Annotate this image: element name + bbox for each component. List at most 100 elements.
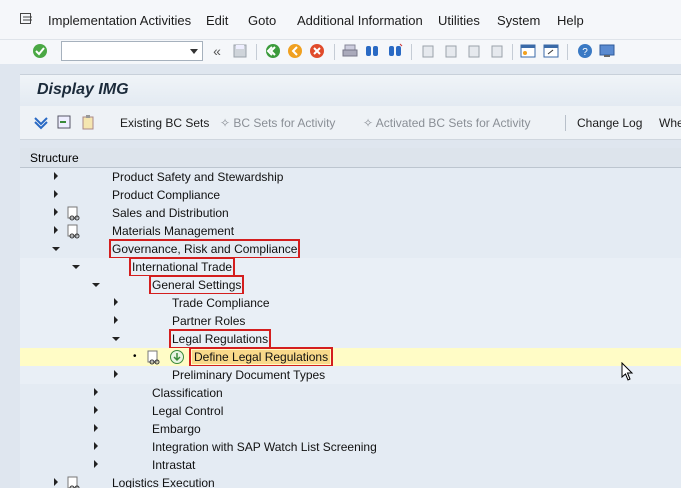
expand-icon[interactable]	[114, 316, 118, 324]
clipboard-icon[interactable]	[80, 114, 96, 130]
back-icon[interactable]	[265, 43, 281, 59]
save-icon[interactable]	[232, 43, 248, 59]
collapse-icon[interactable]: «	[209, 43, 225, 59]
create-session-icon[interactable]	[520, 43, 536, 59]
cancel-icon[interactable]	[309, 43, 325, 59]
collapse-icon[interactable]	[92, 283, 100, 287]
tree-node-label: Materials Management	[112, 224, 235, 238]
activated-bc-sets-label: Activated BC Sets for Activity	[375, 116, 531, 130]
menu-utilities[interactable]: Utilities	[438, 13, 480, 28]
expand-icon[interactable]	[54, 172, 58, 180]
expand-icon[interactable]	[54, 226, 58, 234]
command-field[interactable]	[61, 41, 203, 61]
tree-row[interactable]: Embargo	[20, 420, 681, 438]
exit-icon[interactable]	[287, 43, 303, 59]
separator	[334, 44, 335, 60]
prev-page-icon[interactable]	[443, 43, 459, 59]
tree-row[interactable]: Materials Management	[20, 222, 681, 240]
page-title: Display IMG	[37, 81, 129, 98]
tree-row-selected[interactable]: • Define Legal Regulations	[20, 347, 681, 367]
tree-node-label: Preliminary Document Types	[172, 368, 326, 382]
tree-row[interactable]: Sales and Distribution	[20, 204, 681, 222]
tree-row[interactable]: Legal Regulations	[20, 329, 681, 349]
tree-node-label: Classification	[152, 386, 223, 400]
execute-activity-icon[interactable]	[169, 349, 185, 365]
menu-edit[interactable]: Edit	[206, 13, 228, 28]
separator	[567, 44, 568, 60]
bc-sets-for-activity-button[interactable]: ✧ BC Sets for Activity	[220, 116, 335, 130]
documentation-icon[interactable]	[147, 350, 161, 365]
next-page-icon[interactable]	[466, 43, 482, 59]
where-used-button[interactable]: Whe	[659, 116, 681, 130]
expand-icon[interactable]	[114, 298, 118, 306]
tree-node-label: Governance, Risk and Compliance	[108, 239, 301, 259]
collapse-icon[interactable]	[112, 337, 120, 341]
first-page-icon[interactable]	[420, 43, 436, 59]
tree-row[interactable]: Governance, Risk and Compliance	[20, 239, 681, 259]
menu-implementation-activities[interactable]: Implementation Activities	[48, 13, 191, 28]
tree-row[interactable]: Intrastat	[20, 456, 681, 474]
tree-node-label: Legal Control	[152, 404, 224, 418]
tree-node-label: Partner Roles	[172, 314, 246, 328]
expand-icon[interactable]	[54, 208, 58, 216]
activated-bc-sets-icon: ✧	[363, 116, 374, 130]
tree-row[interactable]: Partner Roles	[20, 312, 681, 330]
menu-additional-information[interactable]: Additional Information	[297, 13, 423, 28]
expand-icon[interactable]	[94, 388, 98, 396]
tree-node-label: Sales and Distribution	[112, 206, 229, 220]
tree-row[interactable]: Integration with SAP Watch List Screenin…	[20, 438, 681, 456]
tree-row[interactable]: Trade Compliance	[20, 294, 681, 312]
print-icon[interactable]	[342, 43, 358, 59]
tree-header: Structure	[20, 148, 681, 168]
tree-row[interactable]: International Trade	[20, 257, 681, 277]
expand-all-icon[interactable]	[33, 114, 49, 130]
expand-icon[interactable]	[54, 478, 58, 486]
expand-icon[interactable]	[94, 406, 98, 414]
documentation-icon[interactable]	[67, 206, 81, 221]
change-log-button[interactable]: Change Log	[577, 116, 642, 130]
title-bar: Display IMG	[20, 74, 681, 106]
expand-icon[interactable]	[94, 460, 98, 468]
tree-node-label: Intrastat	[152, 458, 196, 472]
svg-text:?: ?	[582, 47, 588, 58]
tree-node-label: Legal Regulations	[168, 329, 272, 349]
expand-icon[interactable]	[54, 190, 58, 198]
menu-help[interactable]: Help	[557, 13, 584, 28]
expand-icon[interactable]	[114, 370, 118, 378]
tree-row[interactable]: Logistics Execution	[20, 474, 681, 488]
tree-node-label: General Settings	[148, 275, 245, 295]
find-structure-icon[interactable]	[56, 114, 72, 130]
find-icon[interactable]	[364, 43, 380, 59]
tree-row[interactable]: Product Safety and Stewardship	[20, 168, 681, 186]
mouse-cursor-icon	[621, 362, 634, 381]
activated-bc-sets-button[interactable]: ✧ Activated BC Sets for Activity	[363, 116, 530, 130]
enter-icon[interactable]	[32, 43, 48, 59]
tree-row[interactable]: General Settings	[20, 275, 681, 295]
last-page-icon[interactable]	[489, 43, 505, 59]
shortcut-icon[interactable]	[543, 43, 559, 59]
separator	[565, 115, 566, 131]
customize-layout-icon[interactable]	[599, 43, 615, 59]
documentation-icon[interactable]	[67, 476, 81, 488]
collapse-icon[interactable]	[52, 247, 60, 251]
expand-icon[interactable]	[94, 442, 98, 450]
img-tree: Structure Product Safety and Stewardship…	[20, 148, 681, 488]
tree-row[interactable]: Legal Control	[20, 402, 681, 420]
tree-row[interactable]: Classification	[20, 384, 681, 402]
help-icon[interactable]: ?	[577, 43, 593, 59]
tree-row[interactable]: Product Compliance	[20, 186, 681, 204]
menu-system[interactable]: System	[497, 13, 540, 28]
existing-bc-sets-button[interactable]: Existing BC Sets	[120, 116, 209, 130]
collapse-icon[interactable]	[72, 265, 80, 269]
separator	[411, 44, 412, 60]
tree-node-label: Integration with SAP Watch List Screenin…	[152, 440, 377, 454]
menu-goto[interactable]: Goto	[248, 13, 276, 28]
chevron-down-icon[interactable]	[190, 49, 198, 54]
find-next-icon[interactable]	[387, 43, 403, 59]
tree-node-label: Product Safety and Stewardship	[112, 170, 284, 184]
tree-node-label: Logistics Execution	[112, 476, 215, 488]
tree-row[interactable]: Preliminary Document Types	[20, 366, 681, 384]
expand-icon[interactable]	[94, 424, 98, 432]
documentation-icon[interactable]	[67, 224, 81, 239]
menu-icon[interactable]	[20, 13, 34, 25]
